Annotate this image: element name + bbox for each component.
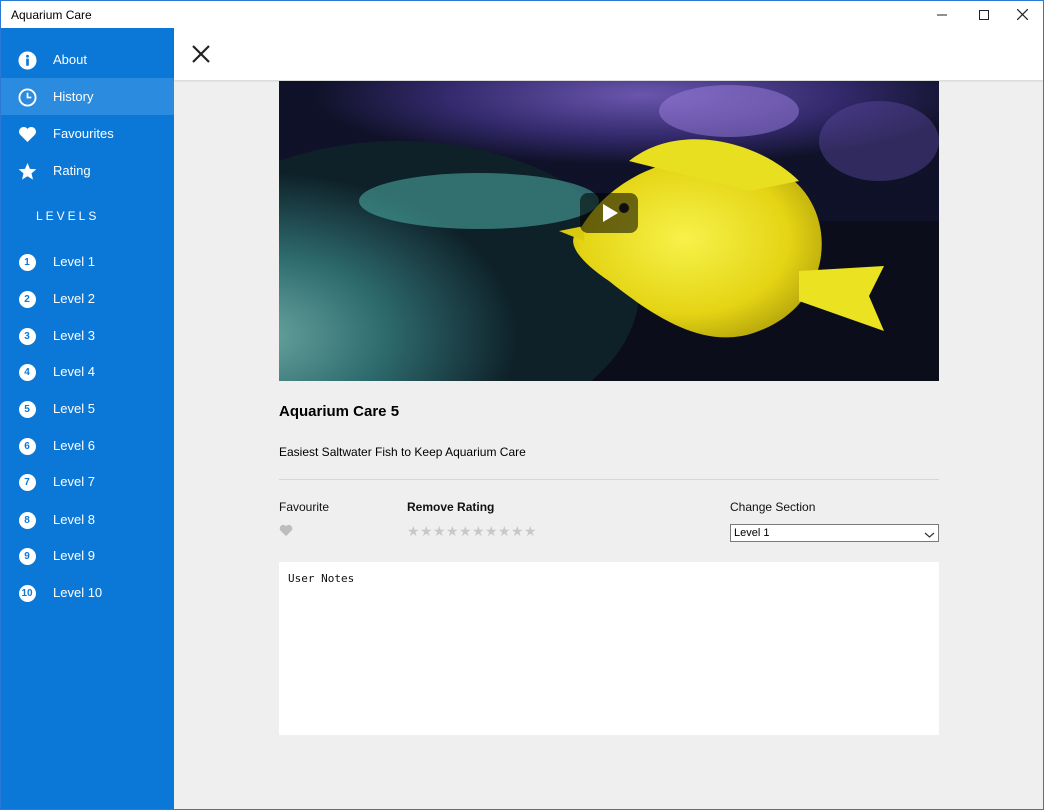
number-badge-icon: 1 (17, 252, 37, 272)
maximize-icon (979, 9, 989, 20)
change-section-label: Change Section (730, 500, 816, 514)
sidebar-level-8[interactable]: 8 Level 8 (1, 501, 174, 538)
star-icon[interactable]: ★ (459, 523, 472, 539)
number-badge-icon: 8 (17, 510, 37, 530)
heart-icon (279, 524, 293, 537)
sidebar-item-label: Rating (53, 163, 91, 178)
minimize-button[interactable] (919, 1, 965, 28)
level-label: Level 10 (53, 585, 103, 600)
video-description: Easiest Saltwater Fish to Keep Aquarium … (279, 445, 526, 459)
number-badge-icon: 3 (17, 326, 37, 346)
level-label: Level 2 (53, 291, 95, 306)
star-icon[interactable]: ★ (433, 523, 446, 539)
sidebar-item-rating[interactable]: Rating (1, 152, 174, 189)
sidebar-level-4[interactable]: 4 Level 4 (1, 353, 174, 390)
video-title: Aquarium Care 5 (279, 403, 400, 420)
star-icon[interactable]: ★ (524, 523, 537, 539)
sidebar-item-about[interactable]: About (1, 41, 174, 78)
sidebar-item-label: History (53, 89, 94, 104)
section-select[interactable]: Level 1 (730, 524, 939, 542)
video-thumbnail (279, 81, 939, 381)
section-select-value: Level 1 (734, 527, 770, 539)
number-badge-icon: 9 (17, 546, 37, 566)
user-notes-text: User Notes (288, 572, 355, 585)
remove-rating-button[interactable]: Remove Rating (407, 500, 494, 514)
sidebar-level-6[interactable]: 6 Level 6 (1, 427, 174, 464)
star-icon[interactable]: ★ (420, 523, 433, 539)
level-label: Level 1 (53, 254, 95, 269)
chevron-down-icon (924, 527, 935, 545)
top-bar (174, 28, 1043, 80)
level-label: Level 4 (53, 364, 95, 379)
sidebar-level-3[interactable]: 3 Level 3 (1, 317, 174, 354)
user-notes-field[interactable]: User Notes (279, 562, 939, 735)
rating-stars[interactable]: ★ ★ ★ ★ ★ ★ ★ ★ ★ ★ (407, 523, 537, 539)
sidebar-item-label: About (53, 52, 87, 67)
sidebar-level-10[interactable]: 10 Level 10 (1, 574, 174, 611)
star-icon[interactable]: ★ (446, 523, 459, 539)
star-icon[interactable]: ★ (498, 523, 511, 539)
close-icon (1016, 9, 1028, 20)
level-label: Level 7 (53, 474, 95, 489)
number-badge-icon: 5 (17, 399, 37, 419)
sidebar-item-label: Favourites (53, 126, 114, 141)
title-bar: Aquarium Care (1, 1, 1043, 28)
minimize-icon (937, 14, 947, 15)
sidebar-level-7[interactable]: 7 Level 7 (1, 463, 174, 500)
star-icon[interactable]: ★ (485, 523, 498, 539)
star-icon (17, 161, 37, 181)
close-pane-button[interactable] (190, 43, 212, 65)
clock-icon (17, 87, 37, 107)
favourite-label: Favourite (279, 500, 330, 514)
close-icon (192, 45, 210, 63)
sidebar-item-favourites[interactable]: Favourites (1, 115, 174, 152)
sidebar-level-5[interactable]: 5 Level 5 (1, 390, 174, 427)
video-player[interactable] (279, 81, 939, 381)
level-label: Level 5 (53, 401, 95, 416)
divider (279, 479, 939, 480)
sidebar-level-1[interactable]: 1 Level 1 (1, 243, 174, 280)
number-badge-icon: 10 (17, 583, 37, 603)
close-window-button[interactable] (999, 1, 1043, 28)
star-icon[interactable]: ★ (472, 523, 485, 539)
levels-heading: LEVELS (36, 209, 100, 223)
number-badge-icon: 2 (17, 289, 37, 309)
level-label: Level 9 (53, 548, 95, 563)
heart-icon (17, 124, 37, 144)
star-icon[interactable]: ★ (407, 523, 420, 539)
star-icon[interactable]: ★ (511, 523, 524, 539)
level-label: Level 3 (53, 328, 95, 343)
number-badge-icon: 4 (17, 362, 37, 382)
info-icon (17, 50, 37, 70)
app-window: Aquarium Care About History Favourites R… (0, 0, 1044, 810)
sidebar-level-9[interactable]: 9 Level 9 (1, 537, 174, 574)
level-label: Level 6 (53, 438, 95, 453)
sidebar-level-2[interactable]: 2 Level 2 (1, 280, 174, 317)
number-badge-icon: 7 (17, 472, 37, 492)
level-label: Level 8 (53, 512, 95, 527)
sidebar: About History Favourites Rating LEVELS 1… (1, 28, 174, 809)
favourite-toggle[interactable] (279, 524, 293, 542)
app-title: Aquarium Care (11, 8, 92, 22)
number-badge-icon: 6 (17, 436, 37, 456)
sidebar-item-history[interactable]: History (1, 78, 174, 115)
